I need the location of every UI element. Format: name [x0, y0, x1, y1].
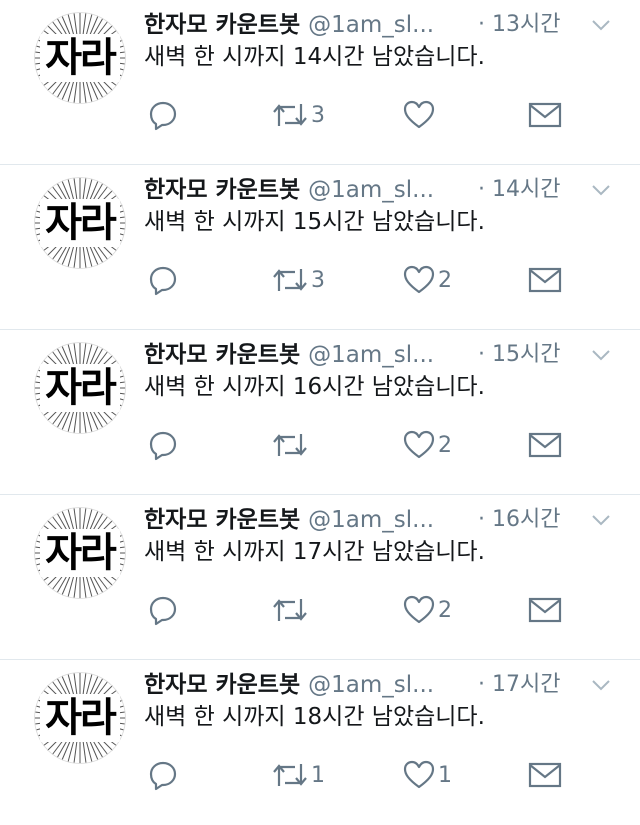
retweet-icon [273, 599, 307, 621]
avatar-text: 자라 [40, 529, 120, 577]
retweet-button[interactable]: 3 [271, 95, 325, 135]
direct-message-button[interactable] [528, 260, 562, 300]
action-bar: 1 1 [0, 755, 640, 795]
retweet-icon [273, 434, 307, 456]
reply-button[interactable] [147, 260, 179, 300]
heart-icon [403, 760, 435, 789]
tweet[interactable]: 자라 한자모 카운트봇 @1am_sl... · 16시간 새벽 한 시까지 17… [0, 495, 640, 660]
envelope-icon [528, 267, 562, 293]
timestamp[interactable]: · 17시간 [478, 668, 560, 702]
like-button[interactable] [402, 95, 438, 135]
display-name[interactable]: 한자모 카운트봇 [144, 177, 300, 203]
like-count: 2 [438, 432, 452, 458]
like-button[interactable]: 2 [402, 260, 452, 300]
reply-icon [149, 431, 177, 461]
like-button[interactable]: 2 [402, 590, 452, 630]
user-handle[interactable]: @1am_sl... [308, 177, 434, 203]
reply-icon [149, 101, 177, 131]
tweet[interactable]: 자라 한자모 카운트봇 @1am_sl... · 13시간 새벽 한 시까지 14… [0, 0, 640, 165]
retweet-icon [273, 104, 307, 126]
envelope-icon [528, 597, 562, 623]
display-name[interactable]: 한자모 카운트봇 [144, 672, 300, 698]
user-handle[interactable]: @1am_sl... [308, 12, 434, 38]
avatar-text: 자라 [40, 199, 120, 247]
tweet[interactable]: 자라 한자모 카운트봇 @1am_sl... · 17시간 새벽 한 시까지 18… [0, 660, 640, 825]
chevron-down-icon[interactable] [590, 346, 612, 364]
avatar-text: 자라 [40, 34, 120, 82]
reply-button[interactable] [147, 590, 179, 630]
timestamp[interactable]: · 14시간 [478, 173, 560, 207]
avatar[interactable]: 자라 [34, 672, 126, 764]
like-count: 2 [438, 597, 452, 623]
timeline: 자라 한자모 카운트봇 @1am_sl... · 13시간 새벽 한 시까지 14… [0, 0, 640, 800]
retweet-button[interactable]: 3 [271, 260, 325, 300]
tweet-header: 한자모 카운트봇 @1am_sl... · 15시간 [144, 338, 640, 372]
envelope-icon [528, 762, 562, 788]
like-count: 2 [438, 267, 452, 293]
tweet[interactable]: 자라 한자모 카운트봇 @1am_sl... · 14시간 새벽 한 시까지 15… [0, 165, 640, 330]
tweet-text: 새벽 한 시까지 14시간 남았습니다. [144, 44, 485, 70]
direct-message-button[interactable] [528, 425, 562, 465]
display-name[interactable]: 한자모 카운트봇 [144, 12, 300, 38]
direct-message-button[interactable] [528, 95, 562, 135]
avatar-text: 자라 [40, 694, 120, 742]
action-bar: 3 [0, 95, 640, 135]
tweet-text: 새벽 한 시까지 15시간 남았습니다. [144, 209, 485, 235]
reply-button[interactable] [147, 95, 179, 135]
like-count: 1 [438, 762, 452, 788]
heart-icon [403, 595, 435, 624]
user-handle[interactable]: @1am_sl... [308, 672, 434, 698]
retweet-count: 3 [311, 267, 325, 293]
envelope-icon [528, 432, 562, 458]
avatar[interactable]: 자라 [34, 177, 126, 269]
retweet-button[interactable] [271, 590, 311, 630]
tweet[interactable]: 자라 한자모 카운트봇 @1am_sl... · 15시간 새벽 한 시까지 16… [0, 330, 640, 495]
user-handle[interactable]: @1am_sl... [308, 507, 434, 533]
reply-button[interactable] [147, 425, 179, 465]
heart-icon [403, 430, 435, 459]
retweet-count: 1 [311, 762, 325, 788]
heart-icon [403, 100, 435, 129]
reply-icon [149, 596, 177, 626]
chevron-down-icon[interactable] [590, 181, 612, 199]
tweet-header: 한자모 카운트봇 @1am_sl... · 17시간 [144, 668, 640, 702]
avatar[interactable]: 자라 [34, 507, 126, 599]
retweet-button[interactable] [271, 425, 311, 465]
heart-icon [403, 265, 435, 294]
reply-icon [149, 266, 177, 296]
chevron-down-icon[interactable] [590, 16, 612, 34]
retweet-count: 3 [311, 102, 325, 128]
timestamp[interactable]: · 15시간 [478, 338, 560, 372]
direct-message-button[interactable] [528, 590, 562, 630]
timestamp[interactable]: · 16시간 [478, 503, 560, 537]
chevron-down-icon[interactable] [590, 511, 612, 529]
direct-message-button[interactable] [528, 755, 562, 795]
action-bar: 2 [0, 590, 640, 630]
tweet-header: 한자모 카운트봇 @1am_sl... · 13시간 [144, 8, 640, 42]
chevron-down-icon[interactable] [590, 676, 612, 694]
action-bar: 2 [0, 425, 640, 465]
tweet-text: 새벽 한 시까지 16시간 남았습니다. [144, 374, 485, 400]
timestamp[interactable]: · 13시간 [478, 8, 560, 42]
action-bar: 3 2 [0, 260, 640, 300]
avatar-text: 자라 [40, 364, 120, 412]
retweet-button[interactable]: 1 [271, 755, 325, 795]
tweet-header: 한자모 카운트봇 @1am_sl... · 14시간 [144, 173, 640, 207]
retweet-icon [273, 764, 307, 786]
envelope-icon [528, 102, 562, 128]
like-button[interactable]: 2 [402, 425, 452, 465]
tweet-text: 새벽 한 시까지 17시간 남았습니다. [144, 539, 485, 565]
avatar[interactable]: 자라 [34, 342, 126, 434]
tweet-header: 한자모 카운트봇 @1am_sl... · 16시간 [144, 503, 640, 537]
reply-icon [149, 761, 177, 791]
user-handle[interactable]: @1am_sl... [308, 342, 434, 368]
retweet-icon [273, 269, 307, 291]
display-name[interactable]: 한자모 카운트봇 [144, 507, 300, 533]
tweet-text: 새벽 한 시까지 18시간 남았습니다. [144, 704, 485, 730]
display-name[interactable]: 한자모 카운트봇 [144, 342, 300, 368]
reply-button[interactable] [147, 755, 179, 795]
like-button[interactable]: 1 [402, 755, 452, 795]
avatar[interactable]: 자라 [34, 12, 126, 104]
